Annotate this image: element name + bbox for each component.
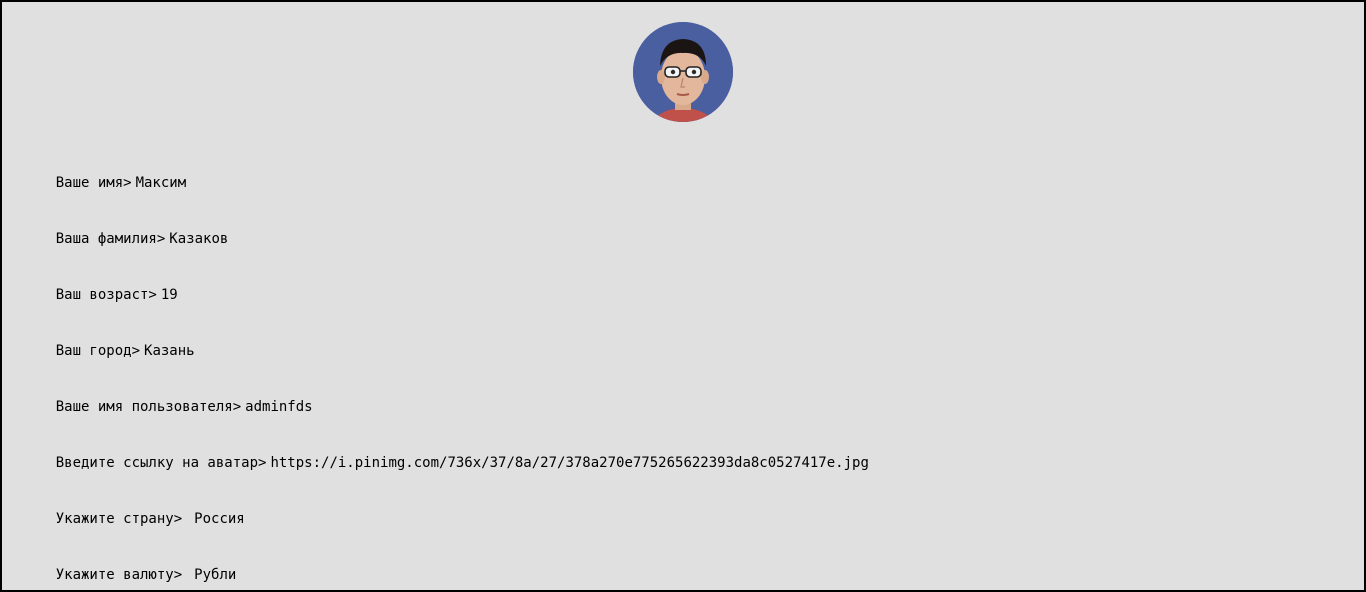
field-value: Максим: [135, 175, 187, 191]
field-prompt: Ваш возраст>: [55, 287, 157, 303]
field-first-name: Ваше имя> Максим: [22, 156, 186, 210]
field-avatar-url: Введите ссылку на аватар> https://i.pinim…: [22, 436, 869, 490]
field-value: 19: [160, 287, 178, 303]
field-prompt: Ваша фамилия>: [55, 231, 166, 247]
field-prompt: Ваш город>: [55, 343, 141, 359]
field-value: Казань: [144, 343, 195, 359]
field-value: https://i.pinimg.com/736x/37/8a/27/378a2…: [270, 455, 869, 471]
field-value: adminfds: [245, 399, 313, 415]
field-country: Укажите страну> Россия: [22, 492, 245, 546]
field-currency: Укажите валюту> Рубли: [22, 548, 237, 590]
field-value: Казаков: [169, 231, 229, 247]
console-window: Ваше имя> Максим Ваша фамилия> Казаков Ваш…: [0, 0, 1366, 592]
field-last-name: Ваша фамилия> Казаков: [22, 212, 229, 266]
field-age: Ваш возраст> 19: [22, 268, 178, 322]
field-prompt: Введите ссылку на аватар>: [55, 455, 267, 471]
field-prompt: Ваше имя пользователя>: [55, 399, 242, 415]
field-prompt: Укажите валюту>: [55, 567, 183, 583]
field-value: Россия: [194, 511, 245, 527]
field-username: Ваше имя пользователя> adminfds: [22, 380, 313, 434]
field-prompt: Ваше имя>: [55, 175, 132, 191]
avatar: [633, 22, 733, 122]
field-value: Рубли: [194, 567, 237, 583]
field-city: Ваш город> Казань: [22, 324, 195, 378]
user-avatar-photo-icon: [633, 22, 733, 122]
field-prompt: Укажите страну>: [55, 511, 183, 527]
